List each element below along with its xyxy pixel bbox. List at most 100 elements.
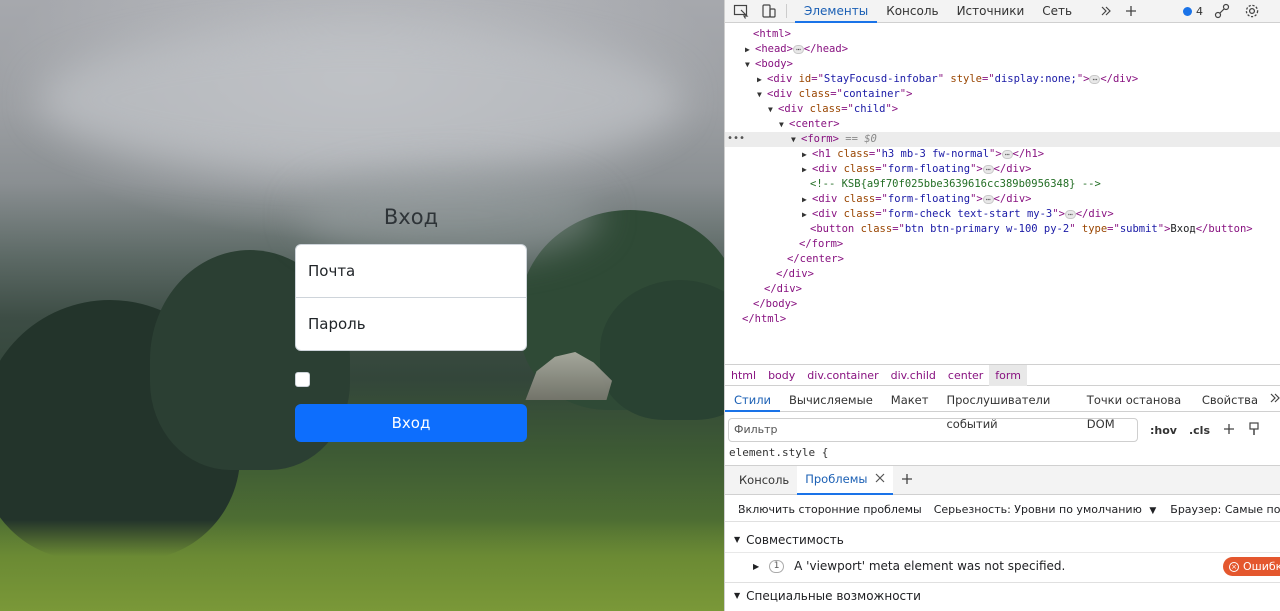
issue-row[interactable]: ▶ 1 A 'viewport' meta element was not sp… — [725, 553, 1280, 579]
dom-node[interactable]: ▼ <body> — [725, 57, 1280, 72]
breadcrumb-item[interactable]: div.container — [801, 365, 884, 386]
ellipsis-icon[interactable]: ⋯ — [982, 164, 994, 174]
severity-dropdown[interactable]: Серьезность: Уровни по умолчанию ▼ — [934, 503, 1157, 516]
dom-token: <div — [812, 193, 844, 205]
expand-arrow-icon[interactable]: ▶ — [745, 42, 755, 57]
dom-token: </div> — [993, 163, 1032, 175]
tab-dom-breakpoints[interactable]: Точки останова DOM — [1078, 388, 1193, 431]
dom-token: <div — [778, 103, 810, 115]
dom-node[interactable]: ▼ <div class="child"> — [725, 102, 1280, 117]
password-field[interactable]: Пароль — [295, 297, 527, 351]
login-form: Вход Почта Пароль Вход — [295, 200, 527, 442]
collapse-arrow-icon[interactable]: ▼ — [791, 132, 801, 147]
hov-button[interactable]: :hov — [1150, 424, 1177, 437]
dom-token: " — [937, 73, 951, 85]
dom-node[interactable]: </div> — [725, 267, 1280, 282]
login-button[interactable]: Вход — [295, 404, 527, 442]
collapse-arrow-icon[interactable]: ▼ — [757, 87, 767, 102]
tab-elements[interactable]: Элементы — [795, 0, 878, 23]
dom-node[interactable]: </form> — [725, 237, 1280, 252]
category-compatibility[interactable]: ▼ Совместимость — [725, 527, 1280, 553]
node-actions-icon[interactable]: ••• — [727, 133, 745, 144]
dom-node[interactable]: ▼ <center> — [725, 117, 1280, 132]
filter-input[interactable]: Фильтр — [728, 418, 1138, 442]
tab-layout[interactable]: Макет — [882, 388, 938, 412]
new-style-rule-icon[interactable] — [1222, 422, 1236, 439]
ellipsis-icon[interactable]: ⋯ — [1064, 209, 1076, 219]
expand-arrow-icon[interactable]: ▶ — [802, 147, 812, 162]
add-drawer-tab-icon[interactable] — [901, 473, 913, 488]
close-icon[interactable] — [875, 465, 885, 494]
dom-node[interactable]: ▶ <h1 class="h3 mb-3 fw-normal"> ⋯ </h1> — [725, 147, 1280, 162]
dom-token: "> — [885, 103, 899, 115]
tab-issues[interactable]: Проблемы — [797, 465, 894, 495]
ellipsis-icon[interactable]: ⋯ — [792, 44, 804, 54]
expand-arrow-icon[interactable]: ▶ — [802, 207, 812, 222]
expand-arrow-icon[interactable]: ▶ — [753, 562, 759, 571]
collapse-arrow-icon[interactable]: ▼ — [768, 102, 778, 117]
tab-computed[interactable]: Вычисляемые — [780, 388, 882, 412]
dom-node[interactable]: ▼ <div class="container"> — [725, 87, 1280, 102]
expand-arrow-icon[interactable]: ▶ — [802, 162, 812, 177]
collapse-arrow-icon[interactable]: ▼ — [745, 57, 755, 72]
settings-gear-icon[interactable] — [1241, 0, 1263, 22]
dom-node[interactable]: </html> — [725, 312, 1280, 327]
breadcrumb-item-active[interactable]: form — [989, 364, 1027, 386]
expand-arrow-icon[interactable]: ▶ — [757, 72, 767, 87]
styles-filter-row: Фильтр :hov .cls — [725, 416, 1280, 444]
breadcrumb-item[interactable]: div.child — [885, 365, 942, 386]
issues-badge[interactable]: 4 — [1183, 5, 1203, 18]
tab-sources[interactable]: Источники — [948, 0, 1034, 23]
dom-token: "> — [970, 163, 983, 175]
error-icon: × — [1229, 561, 1239, 572]
tab-properties[interactable]: Свойства — [1193, 388, 1267, 412]
collapse-arrow-icon[interactable]: ▼ — [779, 117, 789, 132]
dom-token: <body> — [755, 58, 793, 70]
paint-brush-icon[interactable] — [1248, 421, 1260, 439]
dom-comment[interactable]: <!-- KSB{a9f70f025bbe3639616cc389b095634… — [725, 177, 1280, 192]
expand-arrow-icon[interactable]: ▶ — [802, 192, 812, 207]
category-accessibility[interactable]: ▼ Специальные возможности — [725, 582, 1280, 608]
ellipsis-icon[interactable]: ⋯ — [1001, 149, 1013, 159]
breadcrumb-item[interactable]: center — [942, 365, 989, 386]
tab-network[interactable]: Сеть — [1033, 0, 1081, 23]
breadcrumb-item[interactable]: body — [762, 365, 801, 386]
dom-token: " — [1069, 223, 1082, 235]
dom-node[interactable]: <html> — [725, 27, 1280, 42]
browser-dropdown[interactable]: Браузер: Самые популярные — [1170, 503, 1280, 516]
dom-token: == $0 — [838, 133, 877, 145]
dom-token: <!-- KSB{a9f70f025bbe3639616cc389b095634… — [810, 178, 1101, 190]
add-tab-icon[interactable] — [1120, 0, 1142, 22]
inspect-element-icon[interactable] — [730, 0, 752, 22]
ellipsis-icon[interactable]: ⋯ — [982, 194, 994, 204]
dom-node[interactable]: ▶ <head> ⋯ </head> — [725, 42, 1280, 57]
dom-node[interactable]: </div> — [725, 282, 1280, 297]
more-tabs-icon[interactable] — [1095, 0, 1117, 22]
device-toggle-icon[interactable] — [758, 0, 780, 22]
dom-node[interactable]: ▶ <div class="form-floating"> ⋯ </div> — [725, 192, 1280, 207]
form-title: Вход — [383, 205, 439, 229]
element-style-rule[interactable]: element.style { — [729, 446, 828, 459]
dom-node[interactable]: <button class="btn btn-primary w-100 py-… — [725, 222, 1280, 237]
breadcrumb-item[interactable]: html — [725, 365, 762, 386]
dom-node[interactable]: ▶ <div id="StayFocusd-infobar" style="dis… — [725, 72, 1280, 87]
ellipsis-icon[interactable]: ⋯ — [1089, 74, 1101, 84]
dom-tree: <html> ▶ <head> ⋯ </head> ▼ <body> ▶ <div id=… — [725, 24, 1280, 362]
dom-node[interactable]: ▶ <div class="form-check text-start my-3"… — [725, 207, 1280, 222]
more-tabs-icon[interactable] — [1269, 392, 1280, 407]
remember-me-checkbox[interactable] — [295, 371, 310, 387]
dom-token: <head> — [755, 43, 793, 55]
tab-console-drawer[interactable]: Консоль — [731, 466, 797, 495]
tab-styles[interactable]: Стили — [725, 388, 781, 412]
email-field[interactable]: Почта — [295, 244, 527, 298]
tab-event-listeners[interactable]: Прослушиватели событий — [937, 388, 1077, 431]
dom-token: class — [809, 103, 842, 115]
cls-button[interactable]: .cls — [1189, 424, 1210, 437]
dom-node[interactable]: </body> — [725, 297, 1280, 312]
connect-icon[interactable] — [1211, 0, 1233, 22]
tab-console[interactable]: Консоль — [877, 0, 947, 23]
dom-node[interactable]: </center> — [725, 252, 1280, 267]
dom-token: </body> — [753, 298, 798, 310]
dom-node-selected[interactable]: ▼ <form> == $0 — [725, 132, 1280, 147]
dom-node[interactable]: ▶ <div class="form-floating"> ⋯ </div> — [725, 162, 1280, 177]
